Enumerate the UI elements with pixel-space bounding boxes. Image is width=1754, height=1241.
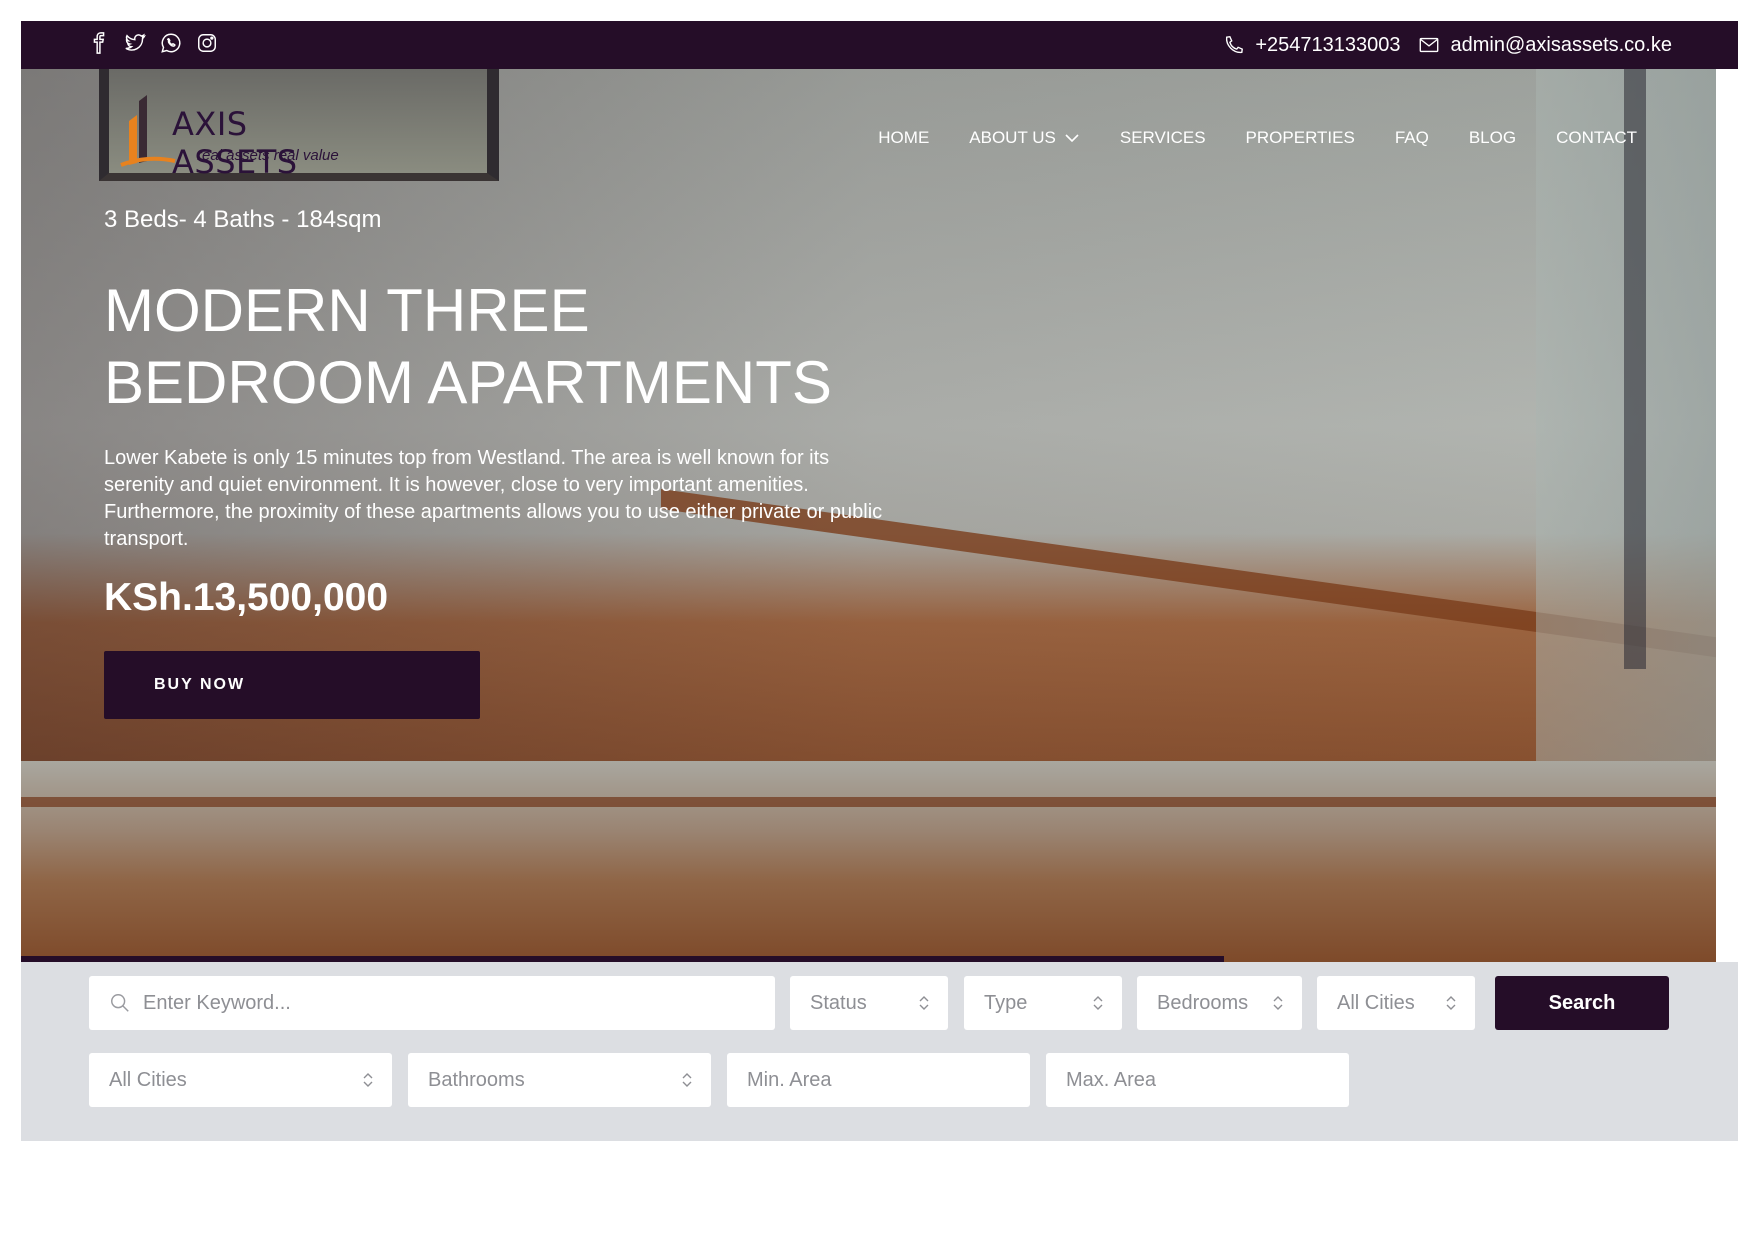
phone-link[interactable]: +254713133003 [1223, 34, 1400, 57]
hero-background-lower [21, 761, 1716, 962]
bedrooms-select-value: Bedrooms [1157, 991, 1249, 1014]
sort-chevron-icon [1093, 996, 1103, 1010]
phone-number: +254713133003 [1255, 33, 1401, 56]
cities-select-2-value: All Cities [109, 1068, 187, 1091]
nav-label: SERVICES [1119, 128, 1206, 147]
contact-info: +254713133003 admin@axisassets.co.ke [1223, 21, 1672, 69]
whatsapp-icon[interactable] [159, 31, 183, 55]
sort-chevron-icon [919, 996, 929, 1010]
nav-home[interactable]: HOME [878, 128, 929, 148]
mail-icon [1420, 37, 1439, 53]
nav-services[interactable]: SERVICES [1120, 128, 1206, 148]
social-links [87, 31, 219, 55]
twitter-icon[interactable] [123, 31, 147, 55]
nav-properties[interactable]: PROPERTIES [1246, 128, 1355, 148]
status-select[interactable]: Status [790, 976, 948, 1030]
nav-label: FAQ [1394, 128, 1429, 147]
type-select-value: Type [984, 991, 1028, 1014]
instagram-icon[interactable] [195, 31, 219, 55]
top-bar: +254713133003 admin@axisassets.co.ke [21, 21, 1738, 69]
sort-chevron-icon [363, 1073, 373, 1087]
buy-now-button[interactable]: BUY NOW [104, 651, 480, 719]
bathrooms-select[interactable]: Bathrooms [408, 1053, 711, 1107]
status-select-value: Status [810, 991, 867, 1014]
cities-select-value: All Cities [1337, 991, 1415, 1014]
hero-background-edge [1624, 69, 1646, 669]
nav-label: HOME [878, 128, 930, 147]
keyword-field[interactable] [89, 976, 775, 1030]
facebook-icon[interactable] [87, 31, 111, 55]
nav-label: CONTACT [1556, 128, 1637, 147]
search-button[interactable]: Search [1495, 976, 1669, 1030]
chevron-down-icon [1065, 134, 1079, 143]
nav-blog[interactable]: BLOG [1469, 128, 1516, 148]
property-specs: 3 Beds- 4 Baths - 184sqm [104, 206, 382, 233]
phone-icon [1226, 35, 1244, 54]
property-search-panel: Status Type Bedrooms All Cities Search A… [21, 962, 1738, 1141]
page-frame: +254713133003 admin@axisassets.co.ke AXI… [21, 21, 1738, 1141]
site-logo[interactable]: AXIS ASSETS real assets real value [117, 91, 377, 183]
type-select[interactable]: Type [964, 976, 1122, 1030]
nav-label: BLOG [1468, 128, 1517, 147]
nav-contact[interactable]: CONTACT [1556, 128, 1637, 148]
nav-about-us[interactable]: ABOUT US [969, 128, 1080, 148]
bathrooms-select-value: Bathrooms [428, 1068, 525, 1091]
logo-mark-icon [120, 95, 176, 167]
max-area-field[interactable] [1046, 1053, 1349, 1107]
hero-background-skirting [21, 797, 1716, 807]
property-price: KSh.13,500,000 [104, 576, 389, 619]
logo-name: AXIS ASSETS [172, 105, 298, 181]
property-description: Lower Kabete is only 15 minutes top from… [104, 447, 883, 550]
keyword-input[interactable] [143, 991, 775, 1015]
cities-select[interactable]: All Cities [1317, 976, 1475, 1030]
min-area-input[interactable] [747, 1068, 1030, 1092]
logo-tagline: real assets real value [197, 147, 339, 164]
nav-faq[interactable]: FAQ [1395, 128, 1429, 148]
email-address: admin@axisassets.co.ke [1450, 33, 1672, 56]
search-icon [111, 994, 129, 1012]
property-title: MODERN THREE BEDROOM APARTMENTS [104, 277, 832, 416]
sort-chevron-icon [1273, 996, 1283, 1010]
main-nav: HOME ABOUT US SERVICES PROPERTIES FAQ BL… [878, 128, 1637, 148]
sort-chevron-icon [1446, 996, 1456, 1010]
max-area-input[interactable] [1066, 1068, 1349, 1092]
email-link[interactable]: admin@axisassets.co.ke [1418, 34, 1672, 57]
cities-select-2[interactable]: All Cities [89, 1053, 392, 1107]
sort-chevron-icon [682, 1073, 692, 1087]
min-area-field[interactable] [727, 1053, 1030, 1107]
bedrooms-select[interactable]: Bedrooms [1137, 976, 1302, 1030]
nav-label: PROPERTIES [1245, 128, 1355, 147]
nav-label: ABOUT US [969, 128, 1056, 147]
